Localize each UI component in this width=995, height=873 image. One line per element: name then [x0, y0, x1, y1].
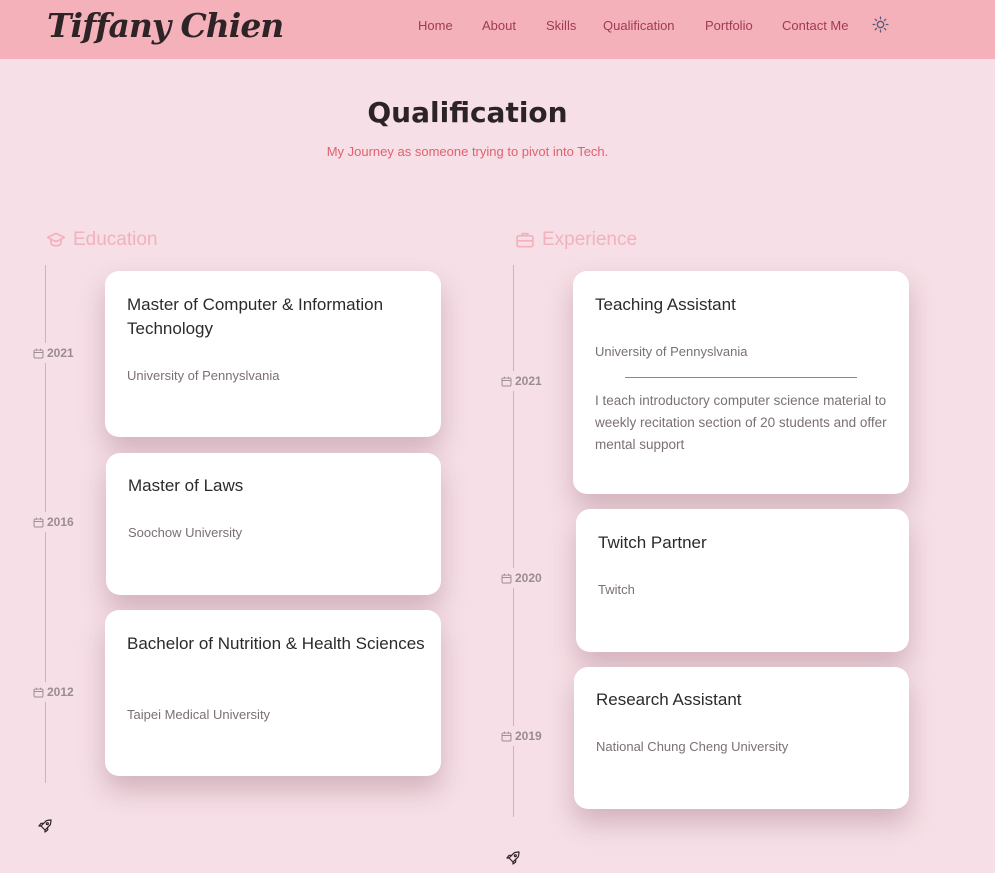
experience-card-2[interactable]: Twitch Partner Twitch [576, 509, 909, 652]
education-card-3[interactable]: Bachelor of Nutrition & Health Sciences … [105, 610, 441, 776]
experience-year-3: 2019 [501, 726, 542, 746]
nav-skills[interactable]: Skills [546, 18, 576, 33]
education-year-2: 2016 [33, 512, 74, 532]
calendar-icon [501, 731, 512, 741]
education-card-title: Bachelor of Nutrition & Health Sciences [127, 634, 425, 653]
tab-experience-label: Experience [542, 229, 638, 250]
calendar-icon [33, 687, 44, 697]
education-card-title: Master of Laws [128, 476, 244, 495]
nav-home[interactable]: Home [418, 18, 453, 33]
experience-card-organization: National Chung Cheng University [596, 739, 789, 754]
calendar-icon [33, 348, 44, 358]
briefcase-icon [516, 232, 534, 248]
nav-portfolio[interactable]: Portfolio [705, 18, 753, 33]
tab-education[interactable]: Education [46, 229, 158, 251]
experience-year-1: 2021 [501, 371, 542, 391]
calendar-icon [501, 573, 512, 583]
experience-year-2: 2020 [501, 568, 542, 588]
nav-contact[interactable]: Contact Me [782, 18, 848, 33]
logo[interactable]: Tiffany Chien [47, 6, 284, 45]
education-card-institution: Soochow University [128, 525, 243, 540]
tab-education-label: Education [73, 229, 158, 250]
rocket-icon[interactable] [505, 850, 521, 866]
rocket-icon[interactable] [37, 818, 53, 834]
section-subtitle: My Journey as someone trying to pivot in… [326, 144, 609, 159]
graduation-cap-icon [46, 232, 66, 247]
education-card-institution: Taipei Medical University [127, 707, 271, 722]
education-card-2[interactable]: Master of Laws Soochow University [106, 453, 441, 595]
experience-card-title: Teaching Assistant [595, 295, 736, 314]
sun-icon[interactable] [872, 16, 889, 33]
education-year-1: 2021 [33, 343, 74, 363]
experience-card-1[interactable]: Teaching Assistant University of Pennysl… [573, 271, 909, 494]
experience-card-3[interactable]: Research Assistant National Chung Cheng … [574, 667, 909, 809]
calendar-icon [33, 517, 44, 527]
experience-card-title: Twitch Partner [598, 533, 707, 552]
experience-card-description: I teach introductory computer science ma… [595, 393, 887, 452]
experience-card-organization: University of Pennyslvania [595, 344, 748, 359]
card-divider [625, 377, 857, 378]
calendar-icon [501, 376, 512, 386]
section-title: Qualification [367, 96, 568, 129]
education-year-3: 2012 [33, 682, 74, 702]
tab-experience[interactable]: Experience [515, 229, 637, 251]
nav-about[interactable]: About [482, 18, 516, 33]
education-card-1[interactable]: Master of Computer & Information Technol… [105, 271, 441, 437]
education-card-institution: University of Pennyslvania [127, 368, 280, 383]
experience-card-organization: Twitch [598, 582, 635, 597]
header: Tiffany Chien Home About Skills Qualific… [0, 0, 995, 59]
education-card-title: Master of Computer & Information Technol… [127, 295, 384, 338]
experience-card-title: Research Assistant [596, 690, 742, 709]
nav-qualification[interactable]: Qualification [603, 18, 675, 33]
